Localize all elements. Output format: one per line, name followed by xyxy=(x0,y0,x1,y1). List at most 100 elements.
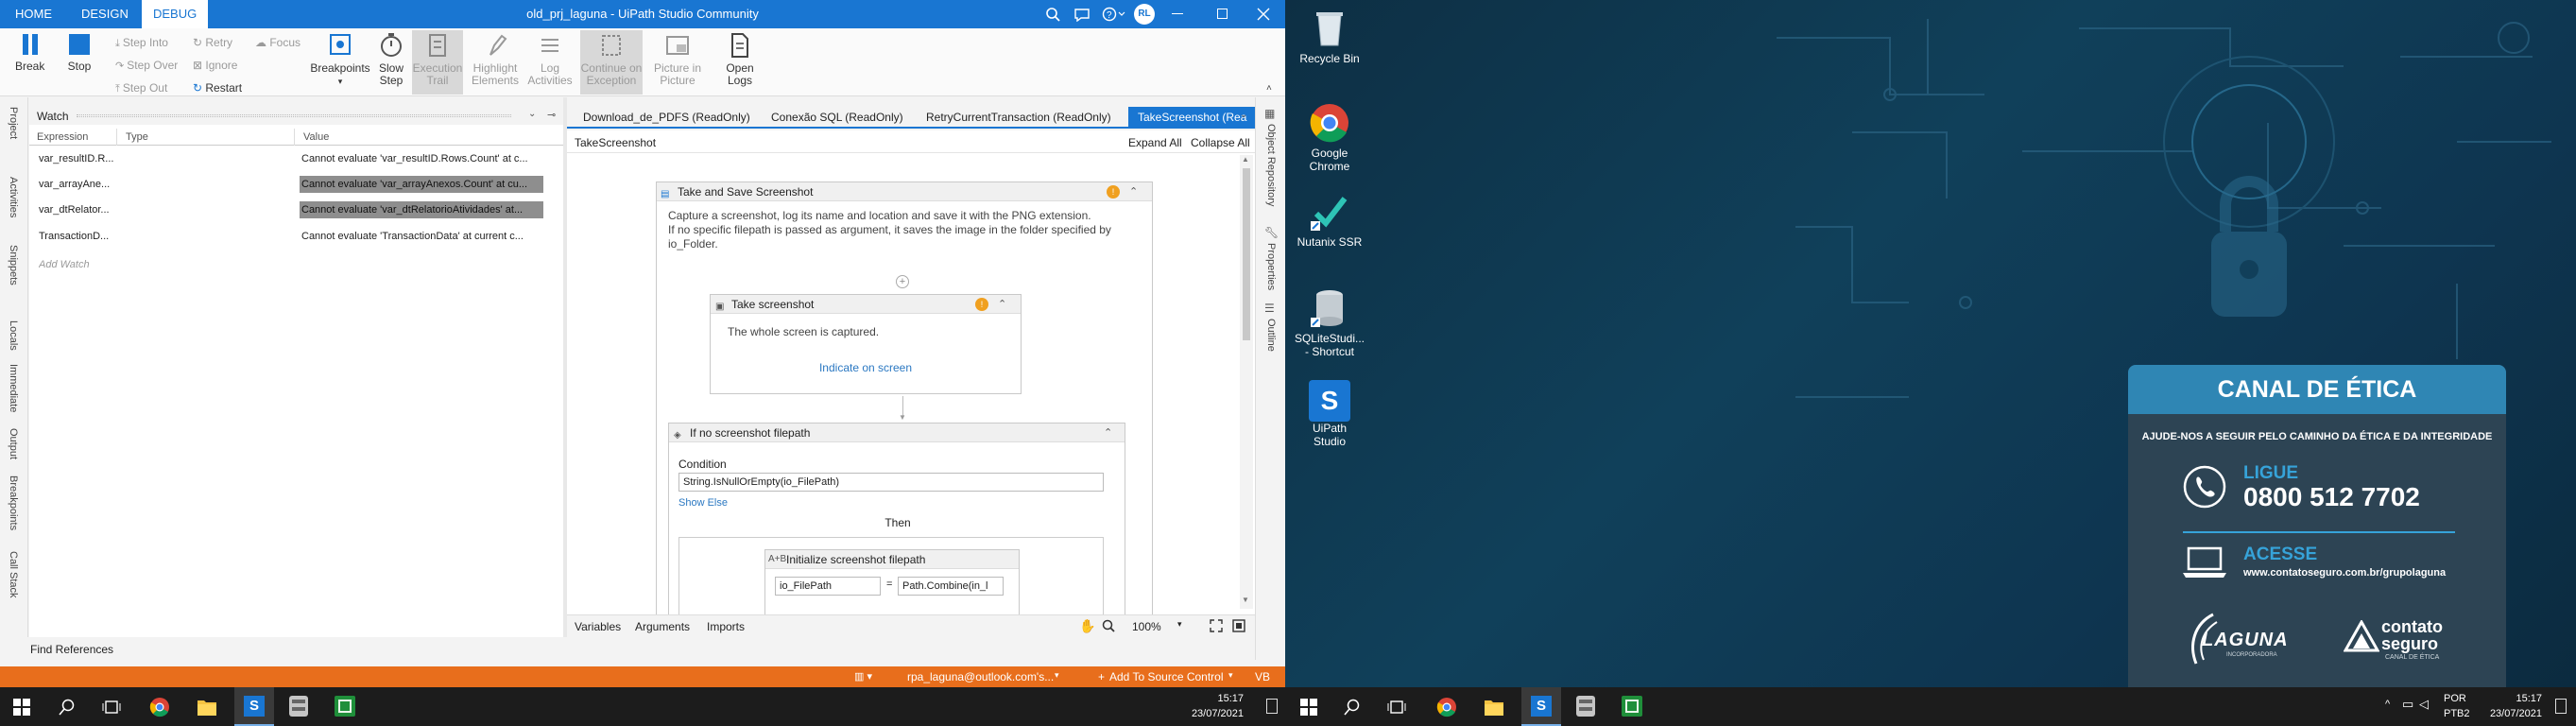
collapse-ribbon-icon[interactable]: ˄ xyxy=(1266,83,1272,94)
desktop-icon-uipath-studio[interactable]: S UiPath Studio xyxy=(1287,380,1372,448)
focus-button[interactable]: ☁ Focus xyxy=(255,34,301,51)
status-panel-icon[interactable]: ▥ ▾ xyxy=(854,670,872,683)
tab-conexao-sql[interactable]: Conexão SQL (ReadOnly) xyxy=(762,107,913,128)
assign-value-input[interactable]: Path.Combine(in_l xyxy=(898,577,1004,596)
column-type[interactable]: Type xyxy=(126,131,148,143)
terminal-app-icon[interactable] xyxy=(335,696,355,717)
feedback-icon[interactable] xyxy=(1073,7,1091,22)
help-icon[interactable]: ? xyxy=(1102,7,1126,22)
retry-button[interactable]: ↻ Retry xyxy=(193,34,232,51)
task-view-icon[interactable] xyxy=(102,699,121,716)
scroll-down-icon[interactable]: ▼ xyxy=(1242,596,1249,604)
tab-design[interactable]: DESIGN xyxy=(70,0,140,28)
clock[interactable]: 15:17 23/07/2021 xyxy=(1191,691,1244,721)
collapse-icon[interactable]: ⌃ xyxy=(1129,182,1138,201)
volume-icon[interactable]: ◁ xyxy=(2419,697,2429,712)
collapse-all-link[interactable]: Collapse All xyxy=(1191,136,1250,149)
tab-take-screenshot[interactable]: TakeScreenshot (Rea xyxy=(1128,107,1255,128)
desktop-icon-nutanix-ssr[interactable]: Nutanix SSR xyxy=(1287,191,1372,249)
chrome-icon[interactable] xyxy=(149,697,170,717)
sqlite-icon[interactable] xyxy=(1576,696,1595,717)
continue-on-exception-button[interactable]: Continue on Exception xyxy=(580,30,643,95)
tab-activities[interactable]: Activities xyxy=(8,177,19,217)
account-dropdown-icon[interactable]: ▾ xyxy=(1055,670,1059,681)
tab-snippets[interactable]: Snippets xyxy=(8,245,19,285)
add-watch-link[interactable]: Add Watch xyxy=(39,259,90,270)
tab-download-de-pdfs[interactable]: Download_de_PDFS (ReadOnly) xyxy=(574,107,760,128)
tab-project[interactable]: Project xyxy=(8,107,19,139)
tab-immediate[interactable]: Immediate xyxy=(8,364,19,412)
scroll-up-icon[interactable]: ▲ xyxy=(1242,155,1249,164)
zoom-level[interactable]: 100% xyxy=(1132,620,1161,633)
condition-input[interactable]: String.IsNullOrEmpty(io_FilePath) xyxy=(678,473,1104,492)
language-indicator[interactable]: POR PTB2 xyxy=(2444,691,2470,721)
search-icon[interactable] xyxy=(1344,699,1361,716)
warning-icon[interactable]: ! xyxy=(975,298,988,311)
source-control-menu[interactable]: Add To Source Control xyxy=(1109,670,1224,683)
fit-screen-icon[interactable] xyxy=(1210,619,1223,632)
designer-scrollbar[interactable]: ▲ ▼ xyxy=(1240,155,1253,609)
zoom-icon[interactable] xyxy=(1102,619,1115,632)
source-control-dropdown-icon[interactable]: ▾ xyxy=(1228,670,1233,681)
open-logs-button[interactable]: Open Logs xyxy=(720,32,760,87)
user-avatar[interactable]: RL xyxy=(1134,4,1155,25)
windows-start-icon[interactable] xyxy=(1300,699,1317,716)
scrollbar-thumb[interactable] xyxy=(1243,168,1250,340)
tab-breakpoints[interactable]: Breakpoints xyxy=(8,475,19,530)
step-over-button[interactable]: ↷ Step Over xyxy=(115,57,178,74)
table-row[interactable]: var_arrayAne... Cannot evaluate 'var_arr… xyxy=(29,175,563,196)
imports-tab[interactable]: Imports xyxy=(707,620,745,633)
close-icon[interactable] xyxy=(1257,8,1270,21)
breadcrumb[interactable]: TakeScreenshot xyxy=(575,136,656,149)
file-explorer-icon[interactable] xyxy=(197,698,217,717)
assign-to-input[interactable]: io_FilePath xyxy=(775,577,881,596)
clock[interactable]: 15:17 23/07/2021 xyxy=(2485,691,2542,721)
column-value[interactable]: Value xyxy=(303,131,329,143)
slow-step-button[interactable]: Slow Step xyxy=(376,32,406,87)
log-activities-button[interactable]: Log Activities xyxy=(525,32,575,87)
notifications-icon[interactable] xyxy=(2555,699,2567,714)
variables-tab[interactable]: Variables xyxy=(575,620,621,633)
tabs-overflow-icon[interactable]: ⌄ xyxy=(1240,110,1247,120)
activity-if-no-screenshot-filepath[interactable]: ◈ If no screenshot filepath ⌃ Condition … xyxy=(668,423,1125,614)
arguments-tab[interactable]: Arguments xyxy=(635,620,690,633)
tab-properties[interactable]: Properties xyxy=(1265,243,1277,290)
notifications-icon[interactable] xyxy=(1266,699,1278,714)
chevron-down-icon[interactable]: ⌄ xyxy=(528,109,536,119)
step-into-button[interactable]: ⤓ Step Into xyxy=(115,34,168,51)
highlight-elements-button[interactable]: Highlight Elements xyxy=(469,32,522,87)
desktop-icon-recycle-bin[interactable]: Recycle Bin xyxy=(1287,8,1372,65)
hand-icon[interactable]: ✋ xyxy=(1079,618,1095,634)
add-activity-icon[interactable]: + xyxy=(896,275,909,288)
task-view-icon[interactable] xyxy=(1387,699,1406,716)
activity-take-screenshot[interactable]: ▣ Take screenshot ! ⌃ The whole screen i… xyxy=(710,294,1022,394)
windows-start-icon[interactable] xyxy=(13,699,30,716)
desktop-icon-google-chrome[interactable]: Google Chrome xyxy=(1287,102,1372,173)
taskbar-uipath-studio[interactable]: S xyxy=(1521,687,1561,726)
ignore-button[interactable]: ⊠ Ignore xyxy=(193,57,237,74)
sequence-take-and-save-screenshot[interactable]: ▤ Take and Save Screenshot ! ⌃ Capture a… xyxy=(656,182,1153,614)
collapse-icon[interactable]: ⌃ xyxy=(998,295,1006,314)
terminal-app-icon[interactable] xyxy=(1622,696,1642,717)
column-expression[interactable]: Expression xyxy=(37,131,88,143)
tray-chevron-icon[interactable]: ^ xyxy=(2385,699,2390,710)
restore-icon[interactable] xyxy=(1217,9,1228,19)
search-icon[interactable] xyxy=(59,699,76,716)
account-menu[interactable]: rpa_laguna@outlook.com's... xyxy=(907,670,1054,683)
find-references-tab[interactable]: Find References xyxy=(30,643,113,656)
execution-trail-button[interactable]: Execution Trail xyxy=(412,30,463,95)
sqlite-icon[interactable] xyxy=(289,696,308,717)
break-button[interactable]: Break xyxy=(15,32,44,73)
stop-button[interactable]: Stop xyxy=(64,32,94,73)
tab-outline[interactable]: Outline xyxy=(1265,319,1277,352)
minimize-icon[interactable] xyxy=(1172,13,1183,14)
table-row[interactable]: var_resultID.R... Cannot evaluate 'var_r… xyxy=(29,149,563,170)
tab-object-repository[interactable]: Object Repository xyxy=(1265,124,1277,206)
overview-icon[interactable] xyxy=(1232,619,1245,632)
step-out-button[interactable]: ⤒ Step Out xyxy=(115,79,167,96)
file-explorer-icon[interactable] xyxy=(1484,698,1504,717)
network-icon[interactable]: ▭ xyxy=(2402,697,2413,712)
table-row[interactable]: var_dtRelator... Cannot evaluate 'var_dt… xyxy=(29,200,563,221)
zoom-dropdown-icon[interactable]: ▾ xyxy=(1177,619,1182,630)
warning-icon[interactable]: ! xyxy=(1107,185,1120,199)
